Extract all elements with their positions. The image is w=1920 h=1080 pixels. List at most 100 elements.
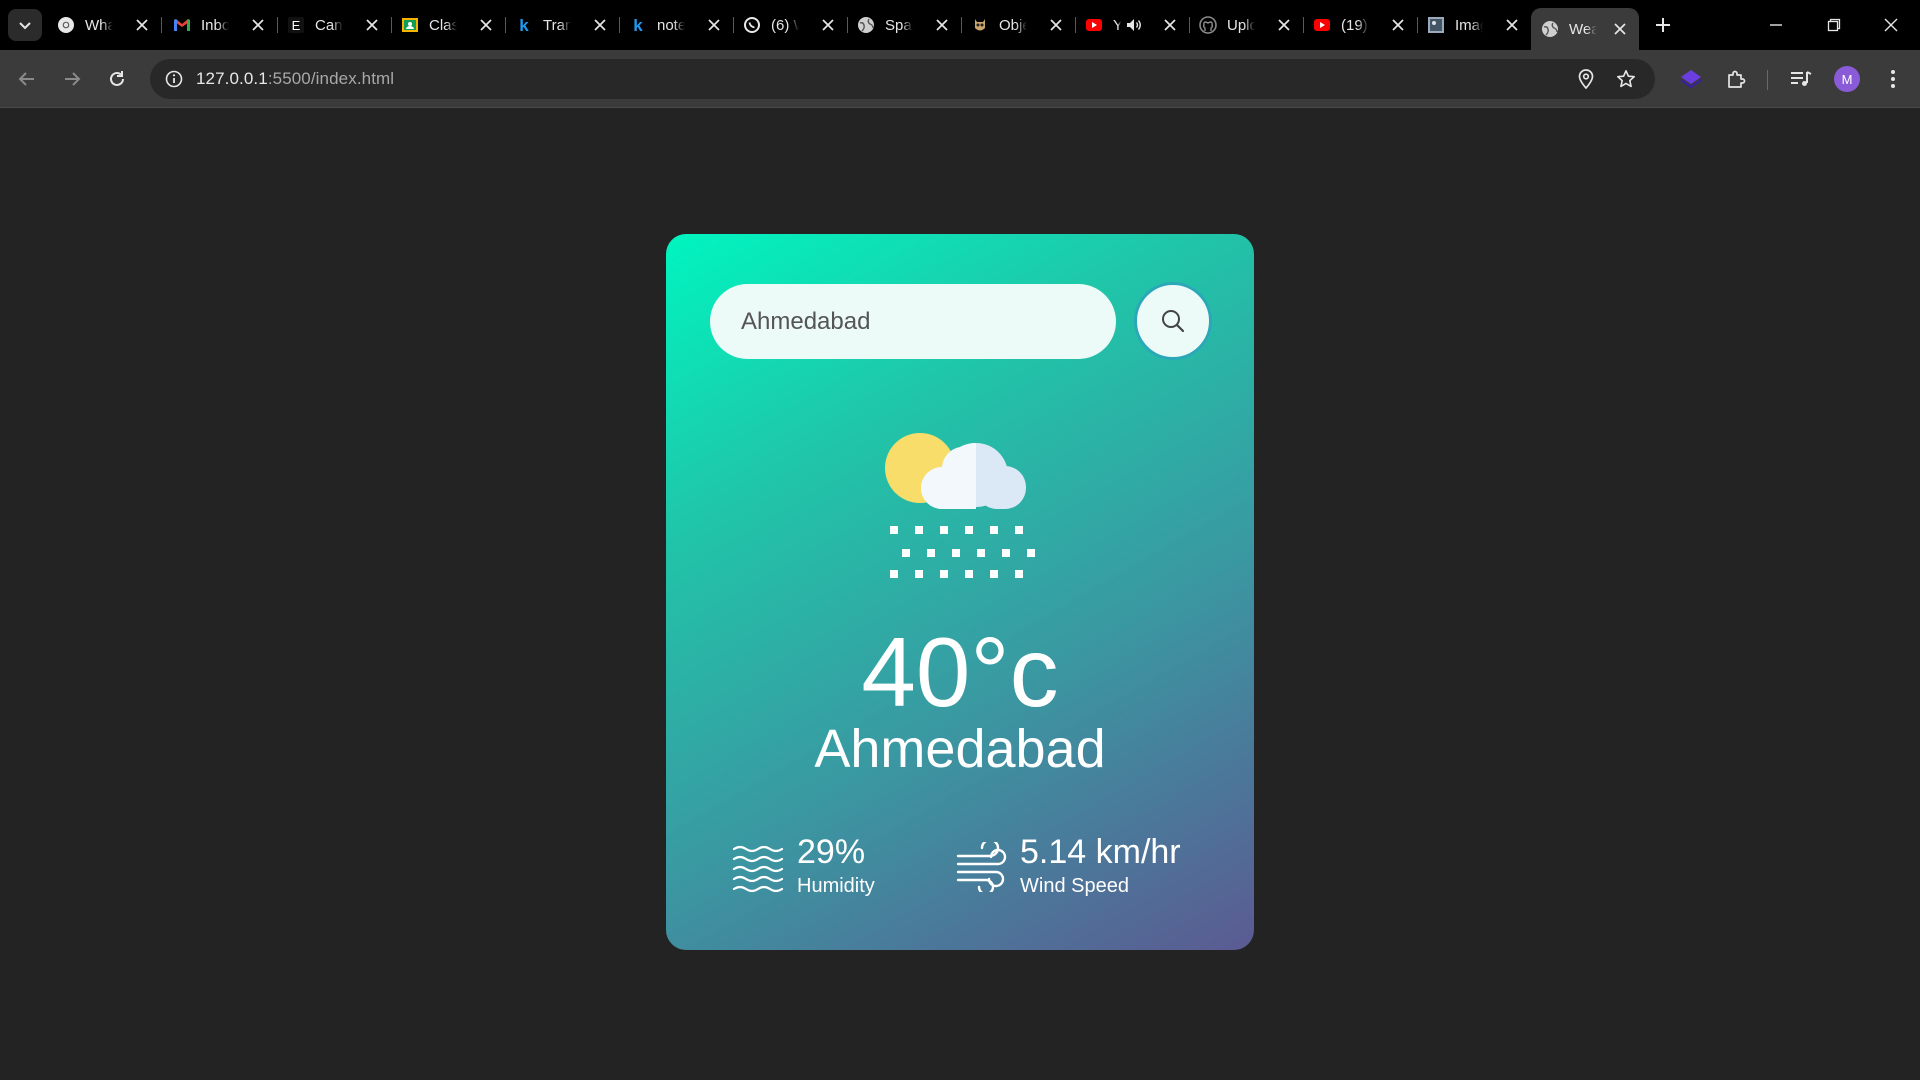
close-icon (1884, 18, 1898, 32)
forward-button[interactable] (55, 62, 89, 96)
svg-text:k: k (633, 16, 643, 34)
close-tab-icon[interactable] (819, 16, 837, 34)
url-path: :5500/index.html (267, 69, 395, 88)
tab-title: (6) WhatsApp (771, 16, 799, 34)
bookmark-button[interactable] (1612, 65, 1640, 93)
tab-title: Object (999, 16, 1027, 34)
puzzle-icon (1728, 70, 1746, 88)
close-tab-icon[interactable] (705, 16, 723, 34)
extension-button[interactable] (1674, 62, 1708, 96)
wind-speed-value: 5.14 km/hr (1020, 833, 1181, 871)
city-search-input[interactable] (710, 284, 1116, 359)
browser-toolbar: 127.0.0.1:5500/index.html M (0, 50, 1920, 108)
media-queue-icon (1791, 71, 1812, 86)
close-tab-icon[interactable] (1611, 20, 1629, 38)
close-tab-icon[interactable] (1161, 16, 1179, 34)
back-button[interactable] (10, 62, 44, 96)
browser-tab[interactable]: knotes (619, 8, 734, 42)
k-icon: k (629, 16, 647, 34)
chrome-icon (57, 16, 75, 34)
owl-icon (971, 16, 989, 34)
media-control-button[interactable] (1784, 62, 1818, 96)
page-viewport: 40°c Ahmedabad 29% Humidity 5.14 km/hr W… (0, 108, 1920, 1080)
close-tab-icon[interactable] (249, 16, 267, 34)
tab-title: WhatsApp (85, 16, 113, 34)
url-text: 127.0.0.1:5500/index.html (196, 69, 394, 89)
tab-title: Canva (315, 16, 343, 34)
location-button[interactable] (1572, 65, 1600, 93)
tab-title: Weather App (1569, 20, 1597, 38)
close-tab-icon[interactable] (591, 16, 609, 34)
svg-text:E: E (292, 18, 301, 33)
browser-tab[interactable]: k Translate (505, 8, 620, 42)
browser-menu-button[interactable] (1876, 62, 1910, 96)
close-tab-icon[interactable] (1503, 16, 1521, 34)
wind-speed-label: Wind Speed (1020, 875, 1129, 897)
browser-tab[interactable]: Object (961, 8, 1076, 42)
minimize-icon (1770, 24, 1782, 26)
tab-title: Image (1455, 16, 1483, 34)
tab-title: Inbox (201, 16, 229, 34)
profile-avatar[interactable]: M (1834, 66, 1860, 92)
new-tab-button[interactable] (1649, 11, 1677, 39)
youtube-icon (1085, 16, 1103, 34)
extension-logo-icon (1680, 70, 1702, 89)
browser-tab[interactable]: (6) WhatsApp (733, 8, 848, 42)
arrow-right-icon (65, 72, 81, 86)
city-name: Ahmedabad (814, 719, 1106, 779)
minimize-button[interactable] (1753, 0, 1799, 50)
whatsapp-icon (743, 16, 761, 34)
temperature-value: 40°c (861, 617, 1059, 727)
wind-icon (956, 842, 1007, 892)
reload-icon (110, 71, 124, 86)
reload-button[interactable] (100, 62, 134, 96)
humidity-value: 29% (797, 833, 866, 871)
e-icon: E (287, 16, 305, 34)
globe-icon (857, 16, 875, 34)
close-tab-icon[interactable] (133, 16, 151, 34)
tab-search-button[interactable] (8, 9, 42, 41)
browser-tab[interactable]: Classroom (391, 8, 506, 42)
tab-title: notes (657, 16, 685, 34)
close-tab-icon[interactable] (1389, 16, 1407, 34)
browser-tab[interactable]: Weather App (1531, 8, 1639, 50)
browser-tab[interactable]: Image (1417, 8, 1531, 42)
browser-tab[interactable]: YouTube (1075, 8, 1190, 42)
weather-card: 40°c Ahmedabad 29% Humidity 5.14 km/hr W… (666, 234, 1254, 950)
tab-title: Classroom (429, 16, 457, 34)
search-button[interactable] (1134, 282, 1212, 360)
info-icon (165, 70, 183, 88)
plus-icon (1656, 18, 1670, 32)
k-icon: k (515, 16, 533, 34)
speaker-icon[interactable] (1125, 16, 1143, 34)
browser-tab[interactable]: Space (847, 8, 962, 42)
close-tab-icon[interactable] (477, 16, 495, 34)
address-bar[interactable]: 127.0.0.1:5500/index.html (150, 59, 1655, 99)
star-icon (1617, 70, 1635, 88)
restore-icon (1827, 18, 1841, 32)
site-info-button[interactable] (160, 65, 188, 93)
close-window-button[interactable] (1868, 0, 1914, 50)
browser-tab[interactable]: Upload (1189, 8, 1304, 42)
humidity-label: Humidity (797, 875, 875, 897)
globe-icon (1541, 20, 1559, 38)
url-host: 127.0.0.1 (196, 69, 268, 88)
humidity-waves-icon (732, 845, 784, 893)
browser-tab[interactable]: (19) YouTube (1303, 8, 1418, 42)
image-icon (1427, 16, 1445, 34)
tab-title: Translate (543, 16, 571, 34)
tab-strip: WhatsAppInboxECanvaClassroomkTranslatekn… (0, 0, 1920, 50)
close-tab-icon[interactable] (363, 16, 381, 34)
gmail-icon (173, 16, 191, 34)
close-tab-icon[interactable] (1047, 16, 1065, 34)
browser-tab[interactable]: E Canva (277, 8, 392, 42)
tab-title: YouTube (1113, 16, 1121, 34)
close-tab-icon[interactable] (1275, 16, 1293, 34)
browser-tab[interactable]: Inbox (163, 8, 278, 42)
close-tab-icon[interactable] (933, 16, 951, 34)
svg-text:k: k (519, 16, 529, 34)
browser-tab[interactable]: WhatsApp (47, 8, 162, 42)
sun-cloud-snow-icon (885, 433, 1035, 578)
restore-button[interactable] (1811, 0, 1857, 50)
extensions-menu-button[interactable] (1719, 62, 1753, 96)
